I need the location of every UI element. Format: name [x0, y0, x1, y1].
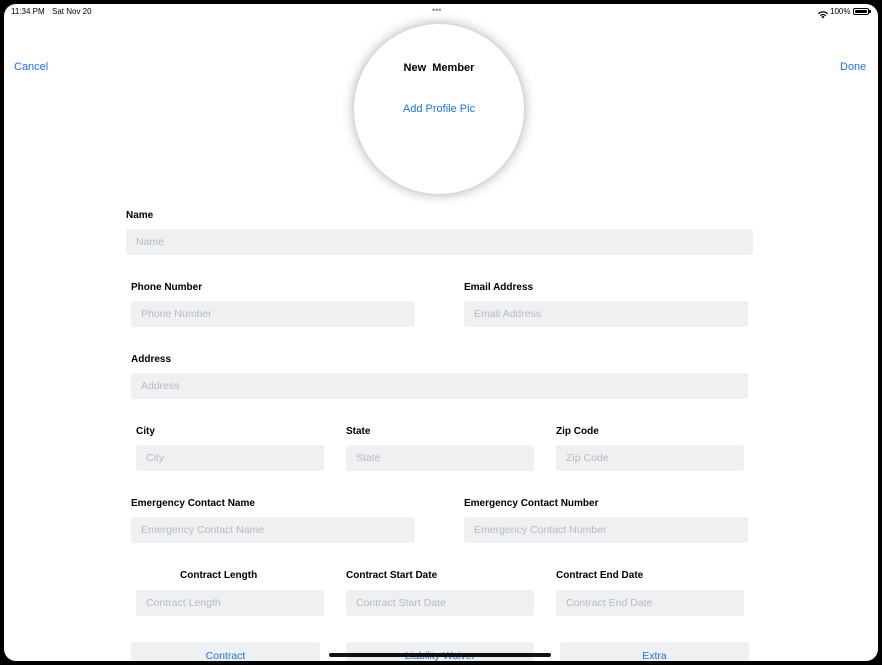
- page-title: New Member: [403, 62, 475, 74]
- cancel-button[interactable]: Cancel: [14, 61, 48, 73]
- phone-label: Phone Number: [131, 282, 203, 293]
- emergency-contact-name-field[interactable]: Emergency Contact Name: [131, 517, 415, 543]
- liability-waiver-button[interactable]: Liability Waiver: [346, 642, 534, 661]
- add-profile-pic-button[interactable]: Add Profile Pic: [354, 103, 524, 115]
- emergency-contact-number-field[interactable]: Emergency Contact Number: [464, 517, 748, 543]
- address-label: Address: [131, 354, 172, 365]
- contract-start-date-label: Contract Start Date: [346, 570, 438, 581]
- emergency-contact-name-label: Emergency Contact Name: [131, 498, 255, 509]
- zip-label: Zip Code: [556, 426, 599, 437]
- app-screen: 11:34 PM Sat Nov 20 ••• 100% Cancel Done…: [4, 4, 878, 661]
- name-label: Name: [126, 210, 154, 221]
- status-date: Sat Nov 20: [52, 7, 92, 16]
- contract-button[interactable]: Contract: [131, 642, 320, 661]
- contract-length-field[interactable]: Contract Length: [136, 590, 324, 616]
- battery-percent: 100%: [830, 7, 851, 16]
- emergency-contact-number-label: Emergency Contact Number: [464, 498, 599, 509]
- contract-start-date-field[interactable]: Contract Start Date: [346, 590, 534, 616]
- multitask-dots-icon[interactable]: •••: [432, 5, 441, 15]
- status-time: 11:34 PM: [11, 7, 45, 16]
- name-field[interactable]: Name: [126, 229, 753, 255]
- email-field[interactable]: Email Address: [464, 301, 748, 327]
- contract-length-label: Contract Length: [180, 570, 258, 581]
- contract-end-date-field[interactable]: Contract End Date: [556, 590, 744, 616]
- city-label: City: [136, 426, 155, 437]
- home-indicator[interactable]: [329, 653, 551, 657]
- city-field[interactable]: City: [136, 445, 324, 471]
- phone-field[interactable]: Phone Number: [131, 301, 415, 327]
- contract-end-date-label: Contract End Date: [556, 570, 644, 581]
- battery-icon: [853, 8, 869, 15]
- extra-button[interactable]: Extra: [560, 642, 749, 661]
- zip-field[interactable]: Zip Code: [556, 445, 744, 471]
- address-field[interactable]: Address: [131, 373, 748, 399]
- done-button[interactable]: Done: [840, 61, 866, 73]
- email-label: Email Address: [464, 282, 534, 293]
- wifi-icon: [817, 6, 829, 19]
- state-field[interactable]: State: [346, 445, 534, 471]
- state-label: State: [346, 426, 371, 437]
- profile-pic-circle[interactable]: New Member Add Profile Pic: [354, 24, 524, 194]
